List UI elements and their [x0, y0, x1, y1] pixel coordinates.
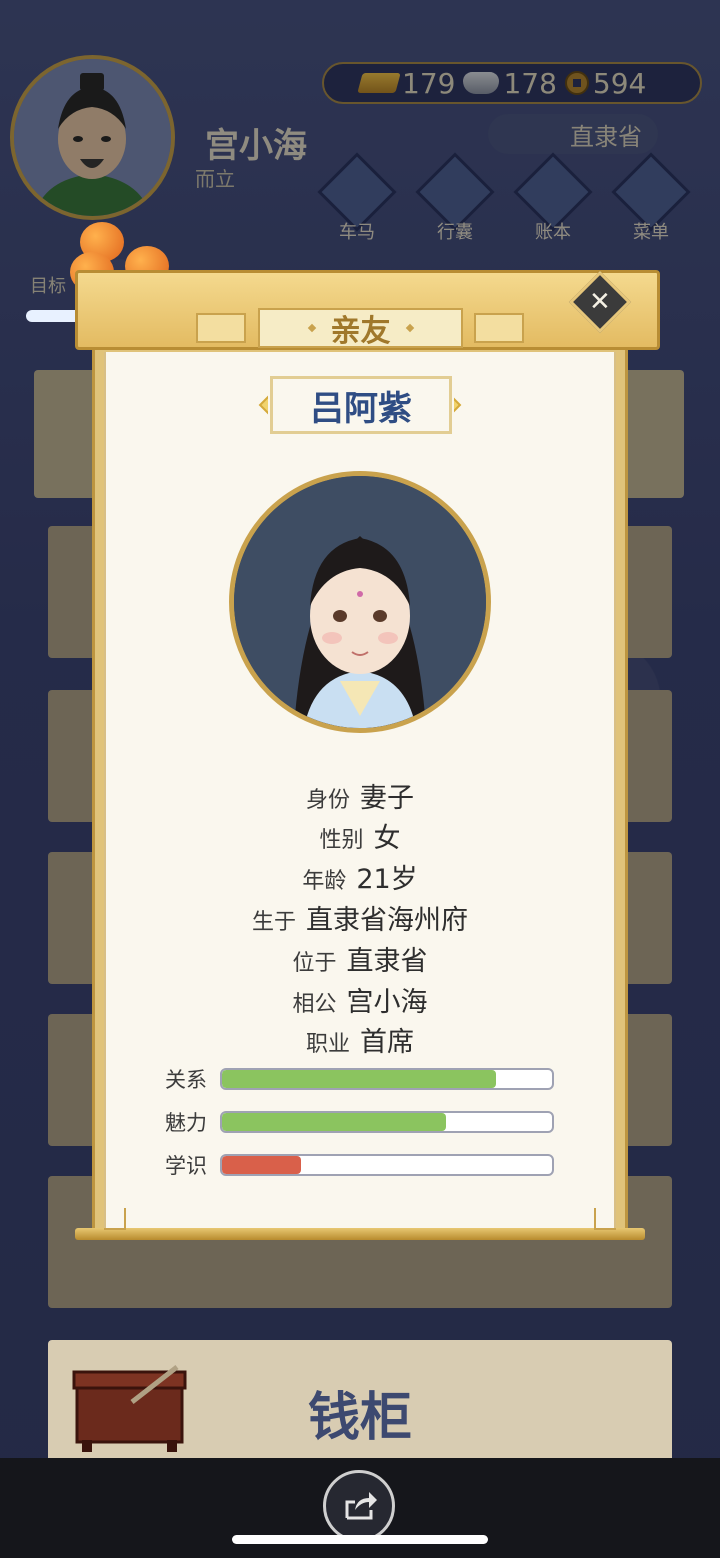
- stat-bar: [220, 1154, 554, 1176]
- info-value: 宫小海: [346, 987, 428, 1018]
- info-row-identity: 身份 妻子: [0, 776, 720, 815]
- modal-title-box: 亲友: [258, 308, 463, 349]
- info-row-birthplace: 生于 直隶省海州府: [0, 898, 720, 937]
- info-value: 21岁: [356, 864, 418, 895]
- stat-bar: [220, 1068, 554, 1090]
- modal-title: 亲友: [330, 314, 391, 349]
- stat-fill: [222, 1070, 496, 1088]
- info-row-gender: 性别女: [0, 816, 720, 855]
- stat-bar: [220, 1111, 554, 1133]
- info-value: 女: [373, 823, 401, 854]
- info-key: 职业: [305, 1032, 350, 1057]
- stat-label: 关系: [165, 1068, 207, 1092]
- stat-fill: [222, 1113, 447, 1131]
- scroll-rod: [75, 1228, 645, 1240]
- info-row-location: 位于 直隶省: [0, 939, 720, 978]
- info-key: 位于: [292, 951, 337, 976]
- info-value: 妻子: [360, 783, 414, 814]
- info-row-age: 年龄 21岁: [0, 857, 720, 896]
- close-icon: ✕: [589, 286, 611, 317]
- header-ornament: [196, 313, 246, 343]
- person-portrait: [229, 471, 491, 733]
- person-nameplate: 吕阿紫: [268, 374, 454, 436]
- info-key: 生于: [251, 910, 296, 935]
- stat-label: 魅力: [165, 1111, 207, 1135]
- info-value: 首席: [360, 1027, 414, 1058]
- stat-row-knowledge: 学识: [165, 1150, 554, 1180]
- corner-ornament: [104, 1208, 126, 1230]
- info-key: 性别: [319, 828, 364, 853]
- stat-row-charm: 魅力: [165, 1107, 554, 1137]
- corner-ornament: [594, 1208, 616, 1230]
- info-row-husband: 相公 宫小海: [0, 980, 720, 1019]
- money-chest-title: 钱柜: [307, 1387, 412, 1448]
- share-button[interactable]: [323, 1470, 395, 1542]
- home-indicator[interactable]: [232, 1535, 488, 1544]
- info-row-occupation: 职业 首席: [0, 1020, 720, 1059]
- person-name: 吕阿紫: [310, 388, 412, 429]
- info-value: 直隶省海州府: [306, 905, 468, 936]
- info-key: 年龄: [302, 869, 347, 894]
- stat-row-relationship: 关系: [165, 1064, 554, 1094]
- stat-fill: [222, 1156, 302, 1174]
- header-ornament: [474, 313, 524, 343]
- person-portrait-icon: [234, 476, 486, 728]
- share-icon: [345, 1492, 377, 1520]
- info-key: 身份: [305, 788, 350, 813]
- stat-label: 学识: [165, 1154, 207, 1178]
- info-key: 相公: [292, 992, 337, 1017]
- info-value: 直隶省: [346, 946, 428, 977]
